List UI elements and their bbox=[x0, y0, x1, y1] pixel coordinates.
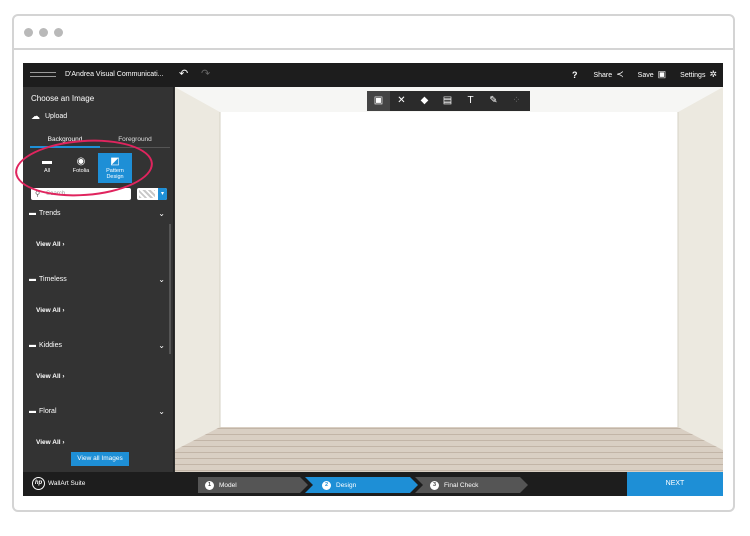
brand-name: D'Andrea Visual Communicati... bbox=[65, 71, 164, 78]
room-canvas[interactable]: ▣ ✕ ◆ ▤ T ✎ ⁘ bbox=[175, 87, 723, 472]
brand-logo bbox=[30, 72, 56, 77]
view-all-link[interactable]: View All › bbox=[36, 373, 65, 380]
category-name: Kiddies bbox=[39, 342, 62, 349]
save-label: Save bbox=[637, 72, 654, 79]
chevron-down-icon[interactable]: ⌄ bbox=[158, 275, 165, 284]
step-number: 1 bbox=[205, 480, 214, 490]
chevron-down-icon: ▾ bbox=[158, 188, 167, 200]
step-final-check[interactable]: 3 Final Check bbox=[424, 478, 478, 492]
step-number: 2 bbox=[322, 480, 331, 490]
window-dot-icon bbox=[39, 28, 48, 37]
chevron-down-icon[interactable]: ⌄ bbox=[158, 209, 165, 218]
step-number: 3 bbox=[430, 480, 439, 490]
room-render bbox=[175, 87, 723, 472]
grid-icon[interactable]: ⁘ bbox=[505, 91, 528, 111]
category-header[interactable]: ▬ Trends bbox=[29, 210, 61, 217]
sidebar-title: Choose an Image bbox=[31, 94, 95, 103]
edit-icon[interactable]: ✎ bbox=[482, 91, 505, 111]
redo-icon[interactable]: ↷ bbox=[201, 68, 210, 80]
folder-icon: ▬ bbox=[29, 276, 36, 283]
category-item: ▬ Kiddies ⌄ View All › bbox=[23, 336, 169, 402]
gear-icon: ✲ bbox=[709, 69, 717, 79]
view-all-link[interactable]: View All › bbox=[36, 439, 65, 446]
category-list: ▬ Trends ⌄ View All › ▬ Timeless ⌄ View Al… bbox=[23, 204, 169, 468]
upload-label: Upload bbox=[45, 113, 68, 120]
hp-logo: hp bbox=[32, 477, 45, 490]
settings-button[interactable]: Settings ✲ bbox=[680, 69, 717, 80]
undo-icon[interactable]: ↶ bbox=[179, 68, 188, 80]
wallart-app: D'Andrea Visual Communicati... ↶ ↷ ? Sha… bbox=[14, 63, 723, 496]
suite-name: WallArt Suite bbox=[48, 480, 86, 487]
folder-icon: ▬ bbox=[29, 408, 36, 415]
top-bar: D'Andrea Visual Communicati... ↶ ↷ ? Sha… bbox=[23, 63, 723, 87]
image-sidebar: Choose an Image ☁ Upload Background Fore… bbox=[14, 87, 174, 472]
view-all-link[interactable]: View All › bbox=[36, 307, 65, 314]
browser-titlebar bbox=[14, 16, 733, 50]
view-all-label: View All bbox=[36, 439, 61, 446]
help-button[interactable]: ? bbox=[572, 70, 578, 80]
sidebar-scrollbar[interactable] bbox=[169, 224, 171, 354]
chevron-down-icon[interactable]: ⌄ bbox=[158, 407, 165, 416]
cloud-upload-icon: ☁ bbox=[31, 111, 40, 121]
crop-icon[interactable]: ▣ bbox=[367, 91, 390, 111]
step-label: Model bbox=[219, 481, 237, 489]
step-label: Final Check bbox=[444, 481, 479, 489]
next-button[interactable]: NEXT bbox=[627, 472, 723, 496]
share-label: Share bbox=[593, 72, 613, 79]
paint-bucket-icon[interactable]: ◆ bbox=[413, 91, 436, 111]
view-all-link[interactable]: View All › bbox=[36, 241, 65, 248]
text-icon[interactable]: T bbox=[459, 91, 482, 111]
chevron-down-icon[interactable]: ⌄ bbox=[158, 341, 165, 350]
settings-label: Settings bbox=[680, 72, 706, 79]
floppy-icon: ▣ bbox=[657, 69, 667, 79]
wood-floor bbox=[175, 427, 723, 472]
category-item: ▬ Trends ⌄ View All › bbox=[23, 204, 169, 270]
view-all-label: View All bbox=[36, 307, 61, 314]
category-header[interactable]: ▬ Timeless bbox=[29, 276, 67, 283]
category-header[interactable]: ▬ Kiddies bbox=[29, 342, 62, 349]
view-all-label: View All bbox=[36, 241, 61, 248]
step-model[interactable]: 1 Model bbox=[199, 478, 237, 492]
tools-icon[interactable]: ✕ bbox=[390, 91, 413, 111]
category-header[interactable]: ▬ Floral bbox=[29, 408, 57, 415]
category-name: Trends bbox=[39, 210, 61, 217]
folder-icon: ▬ bbox=[29, 210, 36, 217]
furniture-icon[interactable]: ▤ bbox=[436, 91, 459, 111]
pattern-swatch bbox=[139, 190, 155, 198]
folder-icon: ▬ bbox=[29, 342, 36, 349]
save-button[interactable]: Save ▣ bbox=[638, 69, 666, 80]
category-item: ▬ Timeless ⌄ View All › bbox=[23, 270, 169, 336]
right-wall bbox=[678, 87, 723, 450]
share-button[interactable]: Share ≺ bbox=[593, 69, 623, 80]
window-dot-icon bbox=[24, 28, 33, 37]
pattern-dropdown[interactable]: ▾ bbox=[137, 188, 167, 200]
step-label: Design bbox=[336, 481, 357, 489]
window-dot-icon bbox=[54, 28, 63, 37]
view-all-images-button[interactable]: View all Images bbox=[71, 452, 129, 466]
view-all-label: View All bbox=[36, 373, 61, 380]
step-progress bbox=[198, 477, 528, 493]
share-icon: ≺ bbox=[616, 69, 624, 79]
browser-window: D'Andrea Visual Communicati... ↶ ↷ ? Sha… bbox=[12, 14, 735, 512]
step-design[interactable]: 2 Design bbox=[316, 478, 356, 492]
upload-button[interactable]: ☁ Upload bbox=[31, 111, 67, 122]
category-name: Timeless bbox=[39, 276, 67, 283]
bottom-bar: hp WallArt Suite 1 Model 2 Design 3 Final C… bbox=[23, 472, 723, 496]
left-wall bbox=[175, 87, 220, 450]
canvas-toolbar: ▣ ✕ ◆ ▤ T ✎ ⁘ bbox=[367, 91, 530, 111]
category-name: Floral bbox=[39, 408, 57, 415]
back-wall[interactable] bbox=[220, 112, 678, 427]
